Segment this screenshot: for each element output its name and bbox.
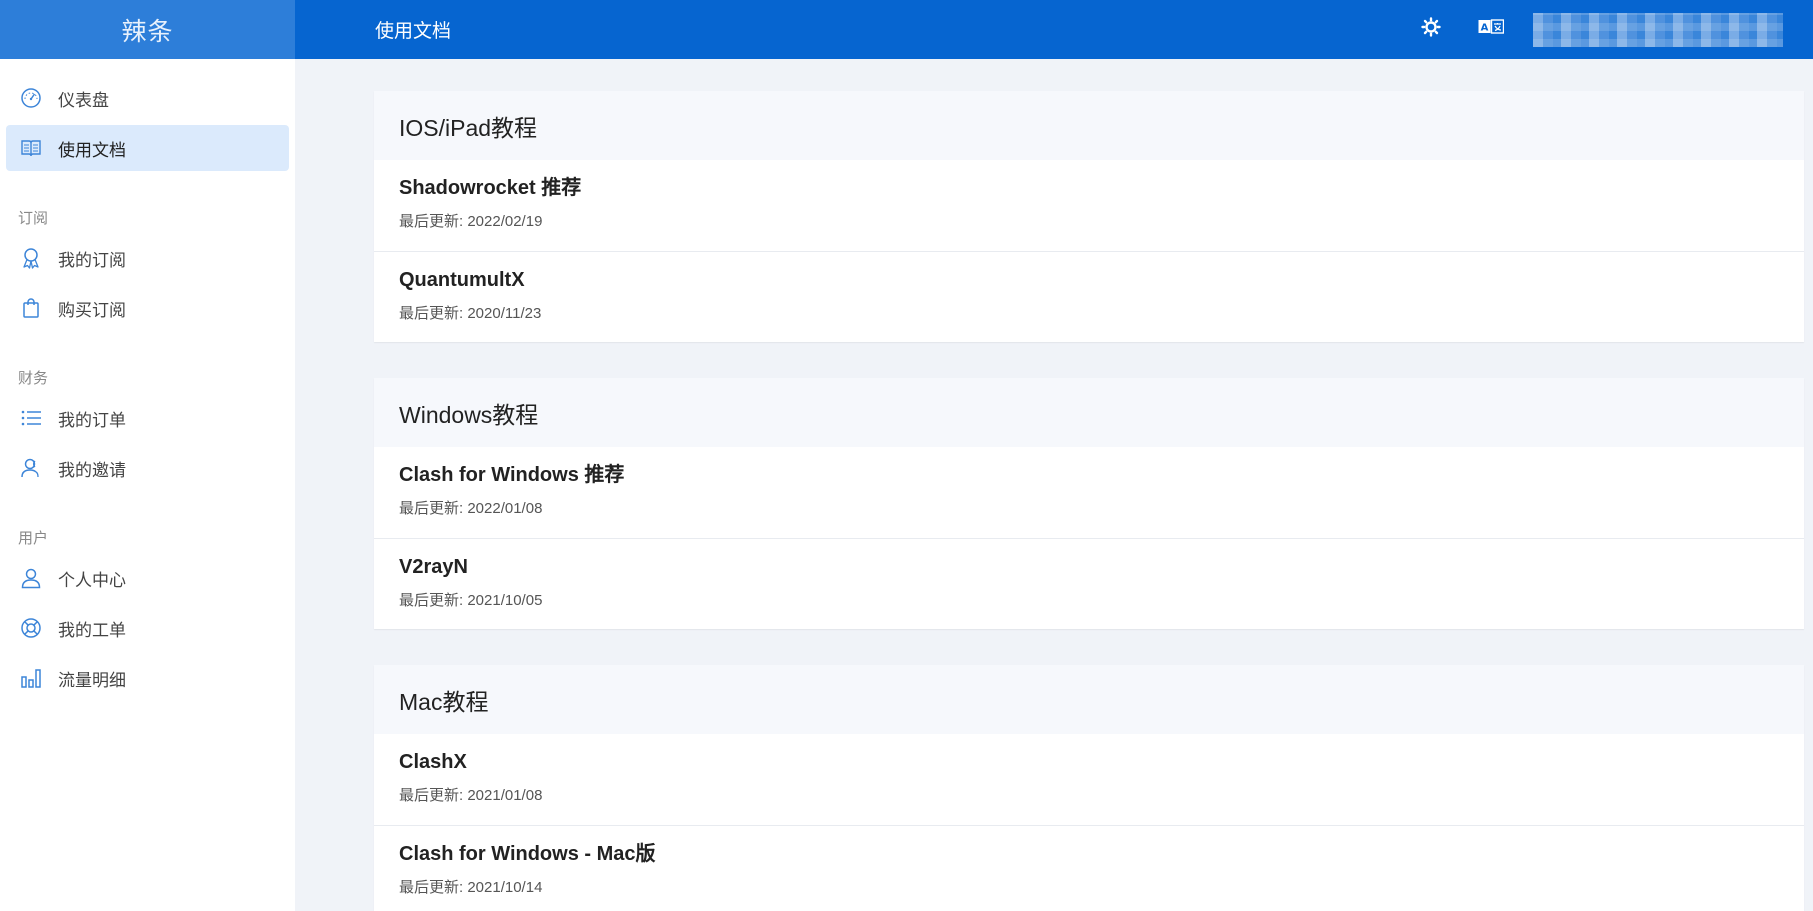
sidebar-item-my-invites[interactable]: 我的邀请	[6, 445, 289, 491]
doc-list-item[interactable]: V2rayN 最后更新: 2021/10/05	[374, 538, 1804, 629]
sidebar-item-label: 流量明细	[58, 670, 126, 690]
doc-title: Clash for Windows - Mac版	[399, 843, 656, 865]
dashboard-icon	[19, 86, 43, 110]
sidebar-item-tickets[interactable]: 我的工单	[6, 605, 289, 651]
sidebar: 仪表盘 使用文档 订阅 我的订阅 购买订阅 财务 我的订单 我的邀请 用户 个人…	[0, 59, 295, 911]
doc-list: ClashX 最后更新: 2021/01/08 Clash for Window…	[374, 734, 1804, 911]
doc-title: Clash for Windows 推荐	[399, 464, 625, 486]
doc-list-item[interactable]: Clash for Windows - Mac版 最后更新: 2021/10/1…	[374, 825, 1804, 911]
theme-toggle-button[interactable]	[1407, 10, 1455, 50]
book-icon	[19, 136, 43, 160]
doc-list-item[interactable]: Clash for Windows 推荐 最后更新: 2022/01/08	[374, 447, 1804, 538]
user-icon	[19, 566, 43, 590]
nav-section-heading: 订阅	[18, 210, 49, 227]
language-button[interactable]: A	[1467, 10, 1515, 50]
doc-updated-date: 最后更新: 2022/02/19	[399, 213, 543, 230]
docs-main: IOS/iPad教程 Shadowrocket 推荐 最后更新: 2022/02…	[374, 91, 1804, 911]
doc-group-card: IOS/iPad教程 Shadowrocket 推荐 最后更新: 2022/02…	[374, 91, 1804, 342]
svg-text:A: A	[1481, 23, 1489, 34]
brand-logo[interactable]: 辣条	[0, 0, 295, 59]
doc-list: Shadowrocket 推荐 最后更新: 2022/02/19 Quantum…	[374, 160, 1804, 342]
doc-updated-date: 最后更新: 2022/01/08	[399, 500, 543, 517]
lifebuoy-icon	[19, 616, 43, 640]
doc-list-item[interactable]: QuantumultX 最后更新: 2020/11/23	[374, 251, 1804, 342]
doc-list-item[interactable]: Shadowrocket 推荐 最后更新: 2022/02/19	[374, 160, 1804, 251]
doc-list-item[interactable]: ClashX 最后更新: 2021/01/08	[374, 734, 1804, 825]
doc-updated-date: 最后更新: 2021/10/05	[399, 592, 543, 609]
sidebar-item-label: 我的工单	[58, 620, 126, 640]
doc-updated-date: 最后更新: 2021/01/08	[399, 787, 543, 804]
sidebar-item-label: 我的订阅	[58, 250, 126, 270]
doc-updated-date: 最后更新: 2020/11/23	[399, 305, 542, 322]
sidebar-item-profile[interactable]: 个人中心	[6, 555, 289, 601]
doc-updated-date: 最后更新: 2021/10/14	[399, 879, 543, 896]
doc-group-card: Mac教程 ClashX 最后更新: 2021/01/08 Clash for …	[374, 665, 1804, 911]
sidebar-item-label: 仪表盘	[58, 90, 109, 110]
doc-title: ClashX	[399, 751, 467, 773]
doc-group-title: IOS/iPad教程	[374, 91, 1804, 160]
sun-icon	[1421, 17, 1441, 42]
list-icon	[19, 406, 43, 430]
user-menu-button[interactable]	[1533, 12, 1783, 47]
doc-list: Clash for Windows 推荐 最后更新: 2022/01/08 V2…	[374, 447, 1804, 629]
sidebar-item-label: 我的订单	[58, 410, 126, 430]
translate-icon: A	[1478, 19, 1505, 40]
users-icon	[19, 456, 43, 480]
top-header: 辣条 使用文档 A	[0, 0, 1813, 59]
doc-group-title: Mac教程	[374, 665, 1804, 734]
bar-chart-icon	[19, 666, 43, 690]
doc-title: QuantumultX	[399, 269, 525, 291]
doc-group-title: Windows教程	[374, 378, 1804, 447]
sidebar-item-label: 个人中心	[58, 570, 126, 590]
sidebar-item-docs[interactable]: 使用文档	[6, 125, 289, 171]
nav-section-heading: 财务	[18, 370, 49, 387]
sidebar-item-label: 使用文档	[58, 140, 126, 160]
sidebar-item-label: 购买订阅	[58, 300, 126, 320]
header-actions: A	[1407, 0, 1813, 59]
shopping-bag-icon	[19, 296, 43, 320]
doc-title: V2rayN	[399, 556, 468, 578]
sidebar-item-buy-subscription[interactable]: 购买订阅	[6, 285, 289, 331]
sidebar-item-my-orders[interactable]: 我的订单	[6, 395, 289, 441]
page-title: 使用文档	[375, 21, 452, 42]
sidebar-item-dashboard[interactable]: 仪表盘	[6, 75, 289, 121]
nav-section-heading: 用户	[18, 530, 49, 547]
sidebar-item-my-subscription[interactable]: 我的订阅	[6, 235, 289, 281]
sidebar-item-traffic[interactable]: 流量明细	[6, 655, 289, 701]
sidebar-item-label: 我的邀请	[58, 460, 126, 480]
doc-group-card: Windows教程 Clash for Windows 推荐 最后更新: 202…	[374, 378, 1804, 629]
doc-title: Shadowrocket 推荐	[399, 177, 582, 199]
award-icon	[19, 246, 43, 270]
